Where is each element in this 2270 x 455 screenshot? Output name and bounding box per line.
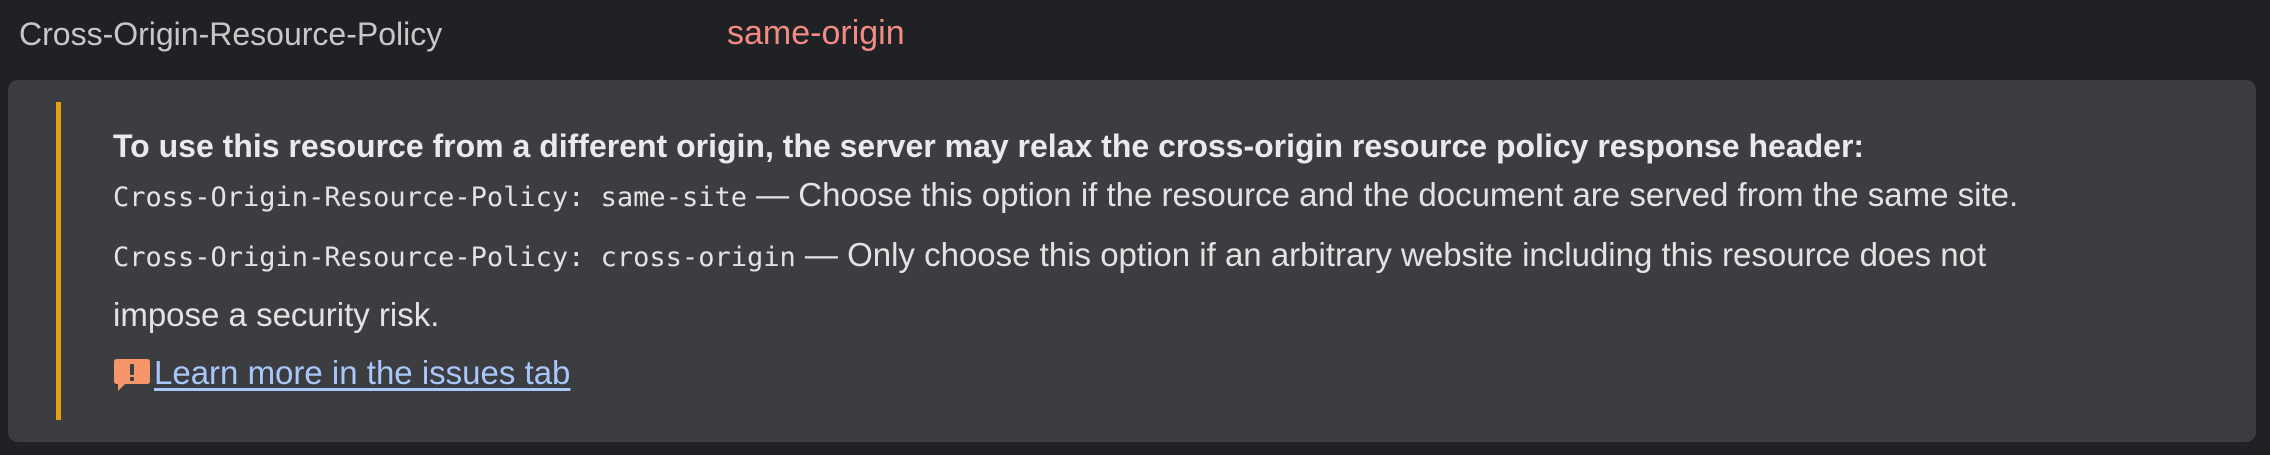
issue-explanation-panel: To use this resource from a different or… <box>8 80 2256 442</box>
option-cross-origin-code: Cross-Origin-Resource-Policy: cross-orig… <box>113 242 796 273</box>
header-name: Cross-Origin-Resource-Policy <box>19 16 443 52</box>
learn-more-row: Learn more in the issues tab <box>113 345 2233 401</box>
option-same-site-description: — Choose this option if the resource and… <box>746 176 2019 213</box>
panel-content: To use this resource from a different or… <box>113 126 2233 401</box>
option-same-site: Cross-Origin-Resource-Policy: same-site … <box>113 166 2233 226</box>
header-value: same-origin <box>727 14 905 52</box>
option-cross-origin-continued: impose a security risk. <box>113 296 440 333</box>
panel-heading: To use this resource from a different or… <box>113 128 1865 164</box>
header-row: Cross-Origin-Resource-Policy same-origin <box>0 0 2270 68</box>
option-cross-origin: Cross-Origin-Resource-Policy: cross-orig… <box>113 226 2233 286</box>
learn-more-issues-link[interactable]: Learn more in the issues tab <box>154 354 570 392</box>
issue-warning-icon <box>114 359 150 391</box>
option-same-site-code: Cross-Origin-Resource-Policy: same-site <box>113 182 747 213</box>
option-cross-origin-description: — Only choose this option if an arbitrar… <box>795 236 1987 273</box>
panel-accent-bar <box>56 102 61 420</box>
